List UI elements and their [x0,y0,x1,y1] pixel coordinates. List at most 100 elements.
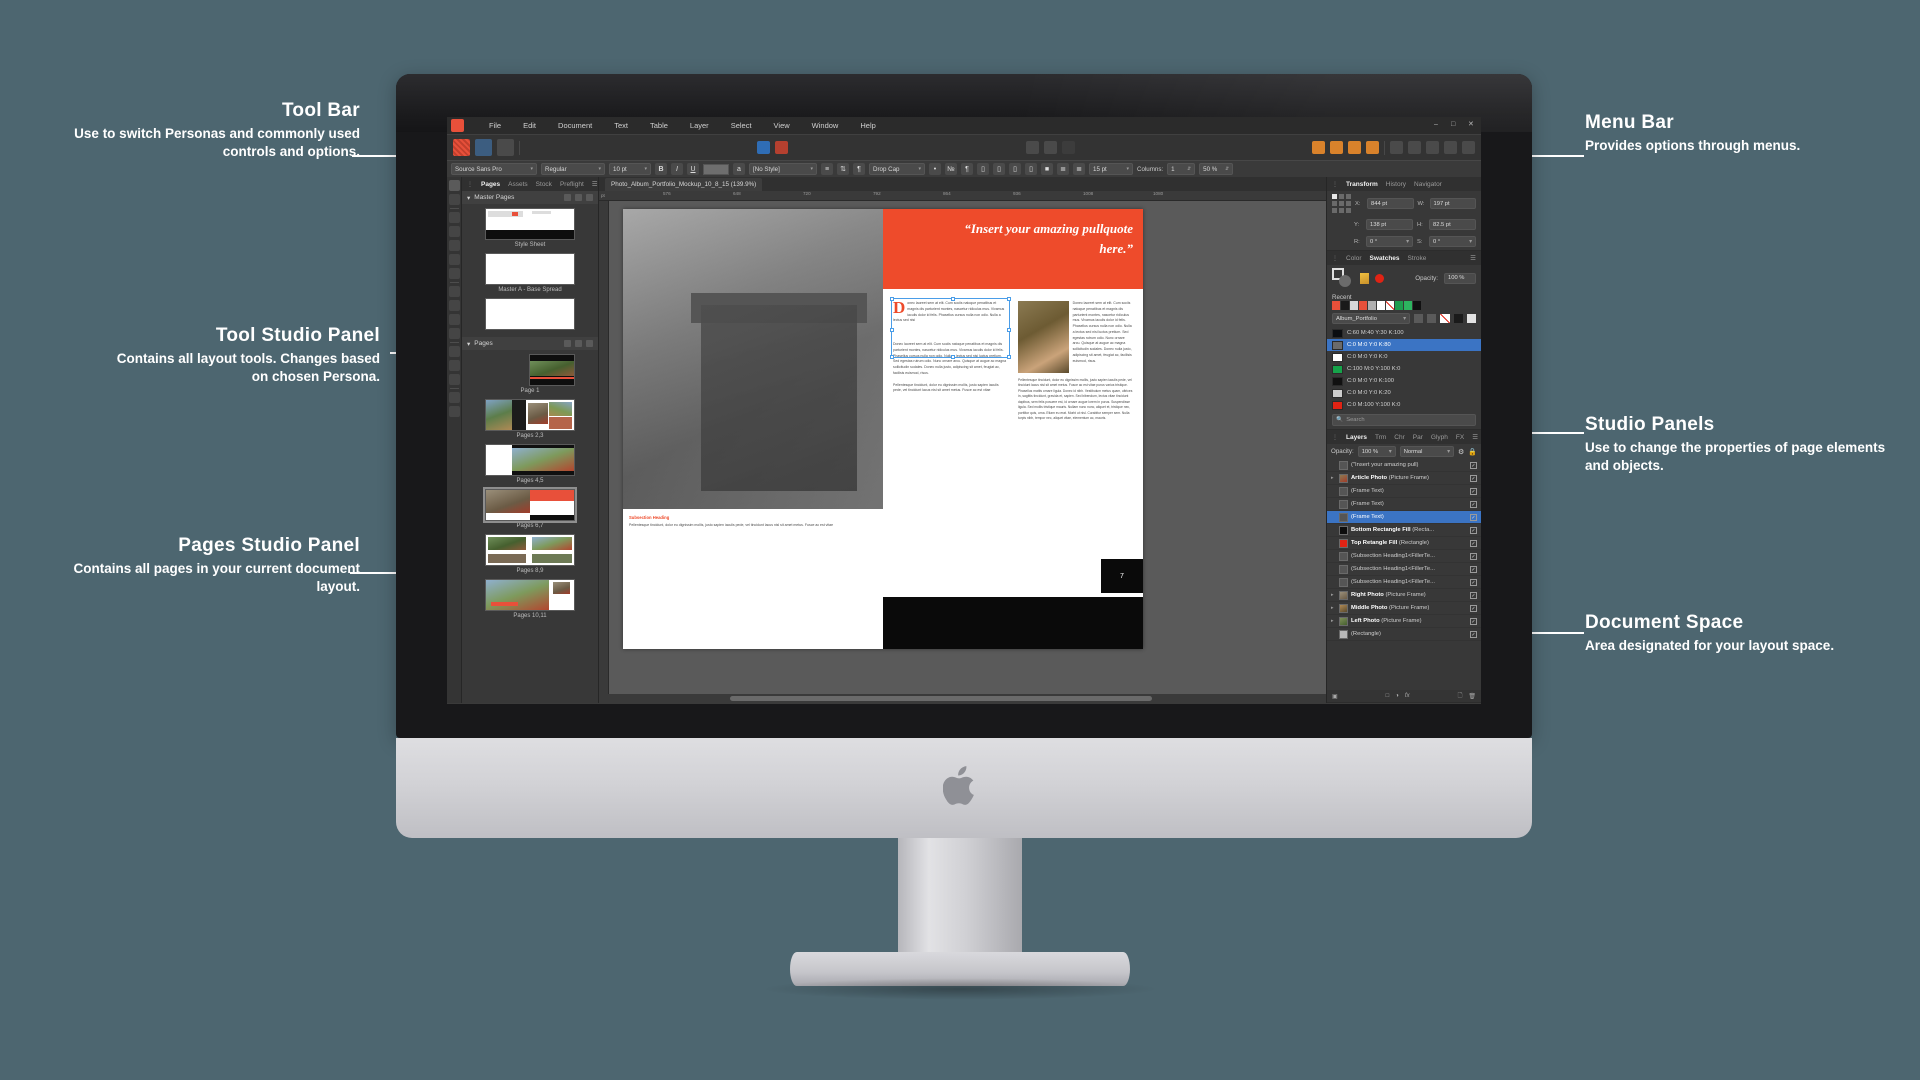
visibility-checkbox[interactable]: ✓ [1470,565,1477,573]
rotation-input[interactable]: 0 ° ▾ [1366,236,1413,247]
tab-pages[interactable]: Pages [481,181,500,188]
grid-view-icon[interactable] [1414,314,1423,323]
anchor-mc[interactable] [1339,201,1344,206]
white-swatch-icon[interactable] [1467,314,1476,323]
page-right[interactable]: “Insert your amazing pullquote here.” D … [883,209,1143,649]
black-swatch-icon[interactable] [1454,314,1463,323]
recent-swatch[interactable] [1341,301,1349,310]
minimize-icon[interactable]: – [1434,121,1441,128]
layer-row[interactable]: ("Insert your amazing pull) ✓ [1327,459,1481,472]
add-page-icon[interactable] [575,340,582,347]
anchor-bc[interactable] [1339,208,1344,213]
anchor-br[interactable] [1346,208,1351,213]
list-indent-icon[interactable]: ≣ [1057,163,1069,175]
anchor-bl[interactable] [1332,208,1337,213]
delete-layer-icon[interactable]: 🗑 [1468,693,1476,700]
number-list-icon[interactable]: № [945,163,957,175]
y-input[interactable]: 138 pt [1366,219,1413,230]
page-thumb-item[interactable]: Pages 10,11 [462,579,598,619]
frame-icon[interactable] [1025,141,1039,154]
panel-grip-icon[interactable]: ⋮ [1332,181,1338,188]
align-left-icon[interactable] [1311,141,1325,154]
article-photo-image[interactable] [1018,301,1069,373]
swatch-row[interactable]: C:60 M:40 Y:30 K:100 [1327,327,1481,339]
maximize-icon[interactable]: □ [1451,121,1458,128]
panel-menu-icon[interactable]: ☰ [1470,254,1476,262]
page-thumb-item[interactable]: Pages 8,9 [462,534,598,574]
tab-chr[interactable]: Chr [1394,434,1404,441]
master-thumb-item[interactable]: Style Sheet [462,208,598,248]
rectangle-tool-icon[interactable] [448,314,460,325]
master-thumb-item[interactable]: Master A - Base Spread [462,253,598,293]
effects-icon[interactable]: fx [1405,693,1410,699]
font-family-select[interactable]: Source Sans Pro ▾ [451,163,537,175]
persona-publisher-icon[interactable] [453,139,470,156]
layer-row[interactable]: Top Retangle Fill (Rectangle) ✓ [1327,537,1481,550]
lock-icon[interactable]: 🔒 [1468,448,1477,456]
page-left[interactable]: Subsection Heading Pellentesque tincidun… [623,209,883,649]
anchor-tc[interactable] [1339,194,1344,199]
grid-icon[interactable] [1389,141,1403,154]
tab-stroke[interactable]: Stroke [1408,255,1427,262]
blend-mode-select[interactable]: Normal ▾ [1399,446,1454,457]
pen-tool-icon[interactable] [448,286,460,297]
disclosure-icon[interactable]: ▸ [1331,475,1336,481]
bullet-list-icon[interactable]: • [929,163,941,175]
swatch-row[interactable]: C:0 M:0 Y:0 K:0 [1327,351,1481,363]
layer-row[interactable]: ▸ Right Photo (Picture Frame) ✓ [1327,589,1481,602]
baseline-grid-icon[interactable]: ≡ [821,163,833,175]
page-thumbnail[interactable] [485,208,575,240]
visibility-checkbox[interactable]: ✓ [1470,630,1477,638]
visibility-checkbox[interactable]: ✓ [1470,487,1477,495]
close-icon[interactable]: ✕ [1468,121,1475,128]
gutter-stepper[interactable]: 50 % ⇵ [1199,163,1234,175]
anchor-tr[interactable] [1346,194,1351,199]
swatches-list[interactable]: C:60 M:40 Y:30 K:100 C:0 M:0 Y:0 K:80 C:… [1327,327,1481,411]
layer-row[interactable]: ▸ Left Photo (Picture Frame) ✓ [1327,615,1481,628]
menu-item-document[interactable]: Document [547,121,603,130]
italic-button[interactable]: I [671,163,683,175]
layer-row[interactable]: (Subsection Heading1<FillerTe... ✓ [1327,576,1481,589]
fill-stroke-selector[interactable] [1332,268,1354,288]
selection-handle[interactable] [950,355,955,359]
text-transform-icon[interactable]: a [733,163,745,175]
pilcrow-icon[interactable]: ¶ [961,163,973,175]
columns-stepper[interactable]: 1 ⇵ [1167,163,1196,175]
w-input[interactable]: 197 pt [1429,198,1476,209]
page-thumb-item[interactable]: Page 1 [462,354,598,394]
visibility-checkbox[interactable]: ✓ [1470,526,1477,534]
align-text-center-icon[interactable]: ▯ [993,163,1005,175]
selection-handle[interactable] [1007,297,1011,301]
document-tab[interactable]: Photo_Album_Portfolio_Mockup_10_8_15 (13… [605,177,763,191]
selection-handle[interactable] [1007,328,1011,332]
visibility-checkbox[interactable]: ✓ [1470,539,1477,547]
scrollbar-thumb[interactable] [729,696,1152,701]
pencil-icon[interactable] [775,141,789,154]
tab-glyph[interactable]: Glyph [1431,434,1448,441]
swatch-row[interactable]: C:0 M:100 Y:100 K:0 [1327,399,1481,411]
frame-text-tool-icon[interactable] [448,226,460,237]
move-tool-icon[interactable] [448,180,460,191]
left-page-text-column[interactable]: Subsection Heading Pellentesque tincidun… [629,515,877,535]
picture-frame-tool-icon[interactable] [448,254,460,265]
gear-icon[interactable]: ⚙ [1458,448,1464,456]
layer-row[interactable]: (Rectangle) ✓ [1327,628,1481,641]
spread-view-icon[interactable] [564,340,571,347]
transparency-tool-icon[interactable] [448,360,460,371]
layer-row[interactable]: Bottom Rectangle Fill (Recta... ✓ [1327,524,1481,537]
visibility-checkbox[interactable]: ✓ [1470,604,1477,612]
panel-menu-icon[interactable]: ☰ [592,180,598,188]
page-thumbnail[interactable] [483,487,577,523]
align-text-left-icon[interactable]: ▯ [977,163,989,175]
move-up-icon[interactable] [757,141,771,154]
vertical-ruler[interactable] [599,201,609,694]
tab-navigator[interactable]: Navigator [1414,181,1442,188]
persona-photo-icon[interactable] [497,139,514,156]
panel-menu-icon[interactable]: ☰ [1472,433,1478,441]
recent-swatch-none[interactable] [1386,301,1394,310]
master-pages-section-header[interactable]: ▾ Master Pages [462,191,598,204]
disclosure-icon[interactable]: ▸ [1331,592,1336,598]
master-thumb-item[interactable] [462,298,598,332]
visibility-checkbox[interactable]: ✓ [1470,617,1477,625]
tab-trm[interactable]: Trm [1375,434,1386,441]
